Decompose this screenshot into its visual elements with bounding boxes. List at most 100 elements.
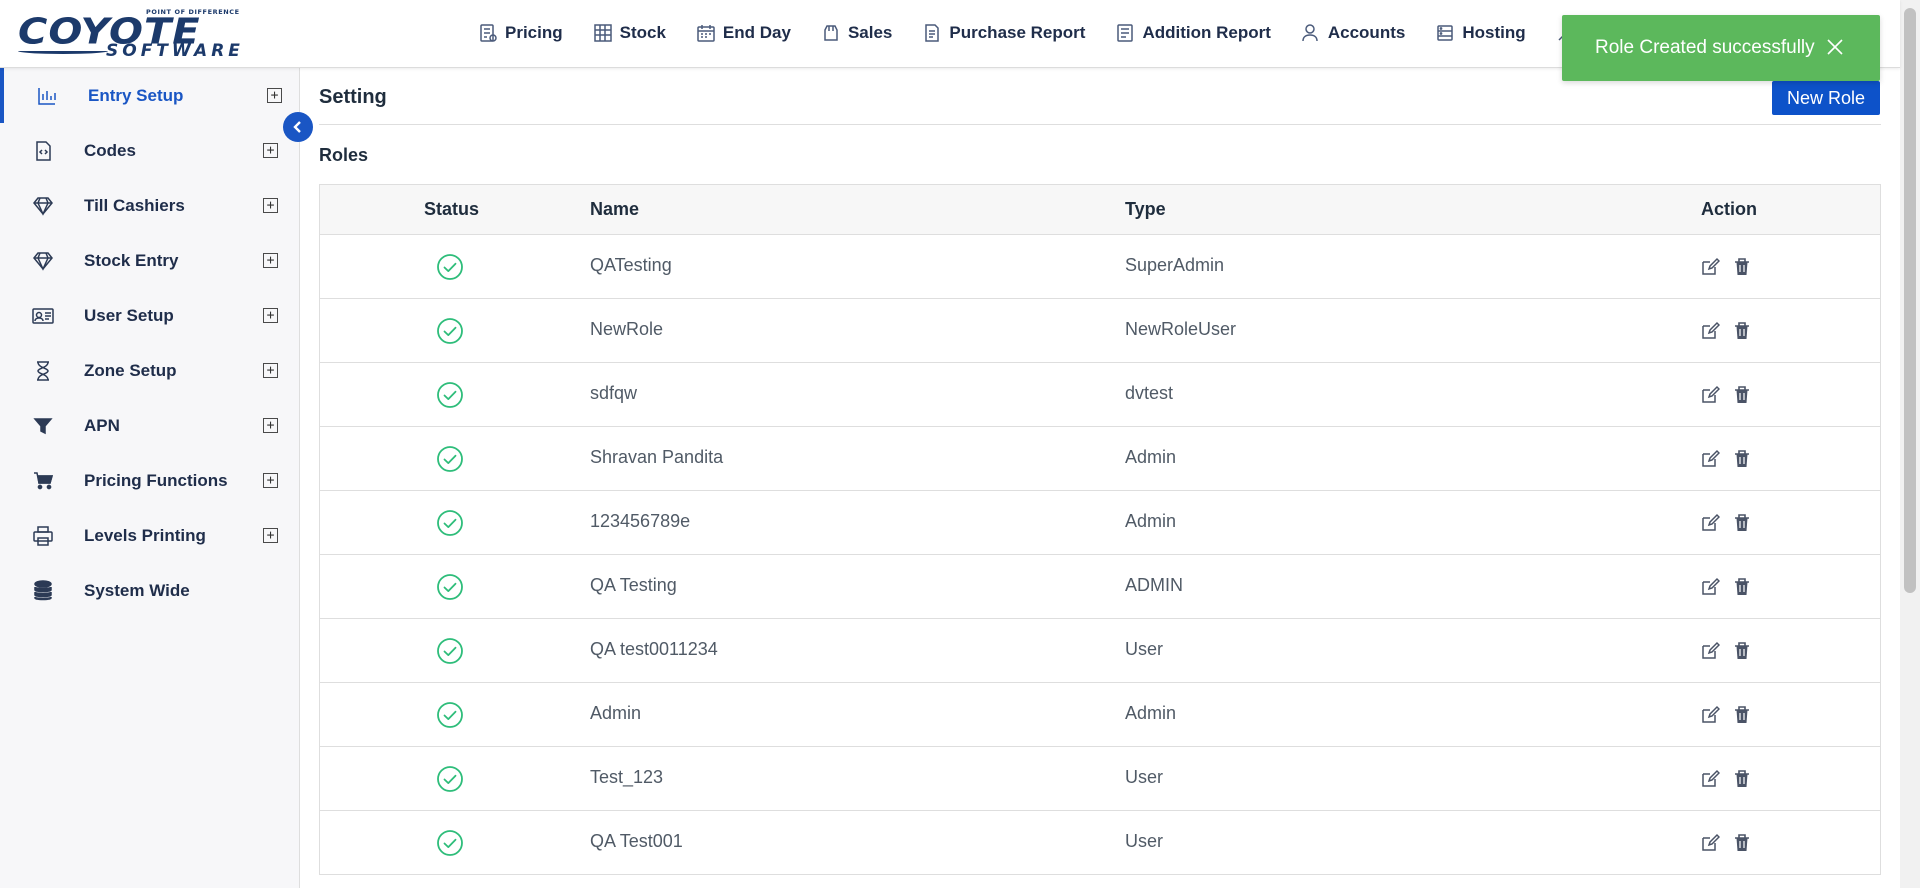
nav-accounts[interactable]: Accounts	[1301, 23, 1405, 43]
expand-icon[interactable]: +	[263, 473, 278, 488]
expand-icon[interactable]: +	[263, 418, 278, 433]
delete-icon[interactable]	[1733, 385, 1751, 405]
table-row: Admin Admin	[320, 683, 1880, 747]
table-body: QATesting SuperAdmin NewRole NewRoleUser sdf…	[320, 235, 1880, 875]
table-row: QA Test001 User	[320, 811, 1880, 875]
sidebar-item-label: System Wide	[84, 580, 190, 600]
hourglass-icon	[31, 359, 55, 383]
sidebar-item-stock-entry[interactable]: Stock Entry +	[0, 233, 299, 288]
edit-icon[interactable]	[1700, 449, 1721, 469]
cart-icon	[31, 469, 55, 493]
sidebar: Entry Setup + Codes + Till Cashiers + St…	[0, 68, 300, 888]
printer-icon	[31, 524, 55, 548]
stock-icon	[593, 24, 612, 42]
sidebar-item-label: Pricing Functions	[84, 470, 228, 490]
code-file-icon	[31, 139, 55, 163]
status-check-icon	[436, 765, 464, 793]
role-name: Shravan Pandita	[590, 447, 724, 467]
expand-icon[interactable]: +	[263, 528, 278, 543]
database-icon	[31, 579, 55, 603]
sidebar-item-apn[interactable]: APN +	[0, 398, 299, 453]
nav-end-day[interactable]: End Day	[696, 23, 791, 43]
edit-icon[interactable]	[1700, 641, 1721, 661]
table-row: Test_123 User	[320, 747, 1880, 811]
expand-icon[interactable]: +	[263, 253, 278, 268]
scrollbar[interactable]	[1900, 0, 1920, 888]
role-type: Admin	[1125, 447, 1177, 467]
delete-icon[interactable]	[1733, 449, 1751, 469]
nav-pricing-label: Pricing	[505, 23, 563, 42]
delete-icon[interactable]	[1733, 641, 1751, 661]
nav-hosting[interactable]: Hosting	[1435, 23, 1526, 43]
sidebar-collapse-button[interactable]	[283, 112, 313, 142]
diamond-icon	[31, 249, 55, 273]
sidebar-item-levels-printing[interactable]: Levels Printing +	[0, 508, 299, 563]
nav-purchase-report[interactable]: Purchase Report	[922, 23, 1085, 43]
edit-icon[interactable]	[1700, 769, 1721, 789]
role-name: NewRole	[590, 319, 664, 339]
nav-end-day-label: End Day	[722, 23, 791, 42]
edit-icon[interactable]	[1700, 385, 1721, 405]
scrollbar-thumb[interactable]	[1904, 8, 1916, 593]
edit-icon[interactable]	[1700, 705, 1721, 725]
edit-icon[interactable]	[1700, 257, 1721, 277]
nav-accounts-label: Accounts	[1327, 23, 1406, 42]
sidebar-item-entry-setup[interactable]: Entry Setup +	[0, 68, 299, 123]
expand-icon[interactable]: +	[263, 308, 278, 323]
delete-icon[interactable]	[1733, 321, 1751, 341]
edit-icon[interactable]	[1700, 833, 1721, 853]
table-row: sdfqw dvtest	[320, 363, 1880, 427]
sidebar-item-label: APN	[84, 415, 120, 435]
nav-addition-report[interactable]: Addition Report	[1115, 23, 1271, 43]
role-name: QATesting	[590, 255, 672, 275]
status-check-icon	[436, 381, 464, 409]
sidebar-item-pricing-functions[interactable]: Pricing Functions +	[0, 453, 299, 508]
expand-icon[interactable]: +	[263, 143, 278, 158]
sidebar-item-label: Levels Printing	[84, 525, 206, 545]
section-title: Roles	[319, 145, 369, 165]
role-type: User	[1125, 639, 1164, 659]
sidebar-item-till-cashiers[interactable]: Till Cashiers +	[0, 178, 299, 233]
nav-sales-label: Sales	[847, 23, 893, 42]
expand-icon[interactable]: +	[263, 198, 278, 213]
sidebar-item-zone-setup[interactable]: Zone Setup +	[0, 343, 299, 398]
role-name: QA test0011234	[590, 639, 718, 659]
status-check-icon	[436, 829, 464, 857]
close-icon	[1827, 39, 1843, 55]
role-type: dvtest	[1125, 383, 1174, 403]
edit-icon[interactable]	[1700, 577, 1721, 597]
role-type: User	[1125, 831, 1164, 851]
expand-icon[interactable]: +	[267, 88, 282, 103]
delete-icon[interactable]	[1733, 705, 1751, 725]
sidebar-item-codes[interactable]: Codes +	[0, 123, 299, 178]
nav-pricing[interactable]: Pricing	[478, 23, 563, 43]
chevron-left-icon	[293, 121, 301, 133]
table-row: QA Testing ADMIN	[320, 555, 1880, 619]
role-type: SuperAdmin	[1125, 255, 1225, 275]
roles-table: Status Name Type Action QATesting SuperAd…	[319, 184, 1881, 875]
role-name: Admin	[590, 703, 642, 723]
toast-close-button[interactable]	[1826, 38, 1846, 58]
delete-icon[interactable]	[1733, 513, 1751, 533]
main-nav: Pricing Stock End Day Sales Purchase Rep…	[478, 0, 1613, 66]
addition-report-icon	[1117, 24, 1134, 42]
edit-icon[interactable]	[1700, 513, 1721, 533]
status-check-icon	[436, 573, 464, 601]
nav-sales[interactable]: Sales	[821, 23, 892, 43]
new-role-button[interactable]: New Role	[1772, 81, 1880, 115]
pricing-icon	[480, 24, 497, 42]
status-check-icon	[436, 509, 464, 537]
delete-icon[interactable]	[1733, 769, 1751, 789]
sidebar-item-system-wide[interactable]: System Wide	[0, 563, 299, 618]
role-type: User	[1125, 767, 1164, 787]
nav-stock[interactable]: Stock	[593, 23, 666, 43]
coyote-logo[interactable]: POINT OF DIFFERENCE COYOTE SOFTWARE	[18, 8, 273, 61]
delete-icon[interactable]	[1733, 577, 1751, 597]
edit-icon[interactable]	[1700, 321, 1721, 341]
role-type: ADMIN	[1125, 575, 1183, 595]
delete-icon[interactable]	[1733, 257, 1751, 277]
bar-chart-icon	[35, 84, 59, 108]
delete-icon[interactable]	[1733, 833, 1751, 853]
sidebar-item-user-setup[interactable]: User Setup +	[0, 288, 299, 343]
expand-icon[interactable]: +	[263, 363, 278, 378]
